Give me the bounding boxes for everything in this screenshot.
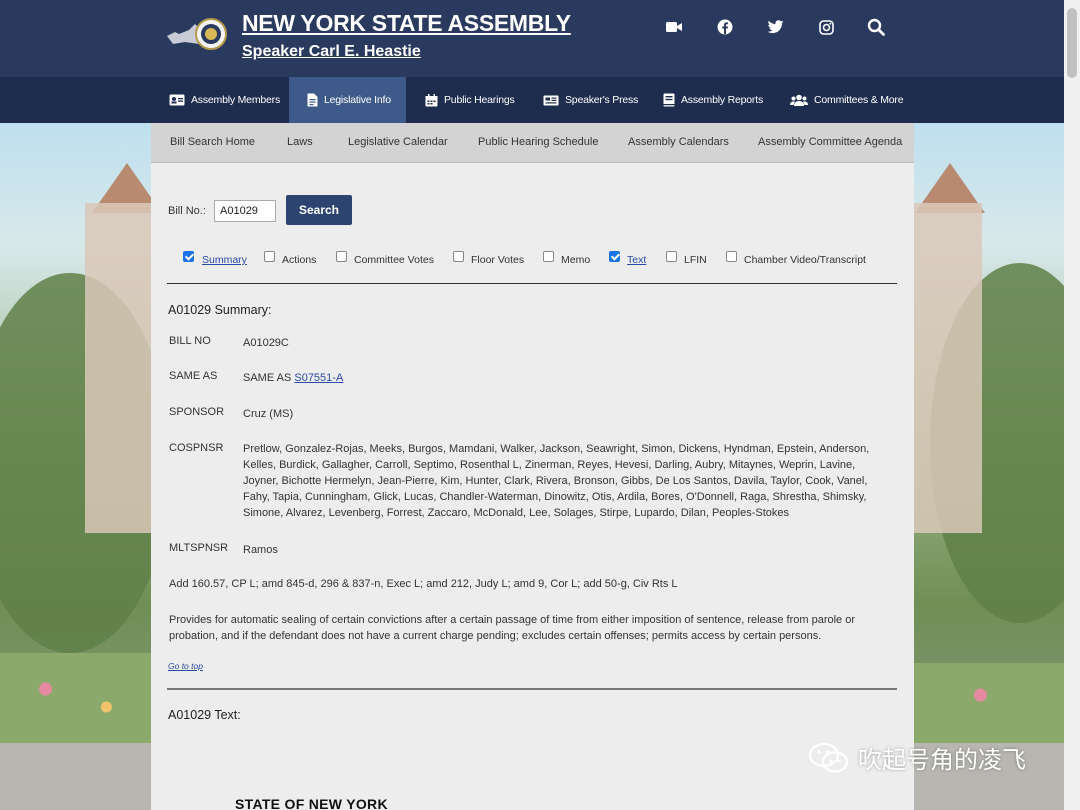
law-sections: Add 160.57, CP L; amd 845-d, 296 & 837-n… <box>169 578 678 590</box>
subnav-bill-search-home[interactable]: Bill Search Home <box>170 136 255 148</box>
nav-label: Speaker's Press <box>565 94 639 106</box>
nav-label: Legislative Info <box>324 94 391 106</box>
chamber-video-option-label: Chamber Video/Transcript <box>744 254 866 266</box>
site-header: NEW YORK STATE ASSEMBLY Speaker Carl E. … <box>0 0 1064 77</box>
background-flowers-left <box>0 653 152 743</box>
multi-sponsor-value: Ramos <box>243 544 278 556</box>
cosponsor-line: Kelles, Burdick, Gallagher, Carroll, Sep… <box>243 459 856 471</box>
background-building-left <box>85 203 155 533</box>
twitter-icon[interactable] <box>765 17 785 37</box>
subnav-assembly-committee-agenda[interactable]: Assembly Committee Agenda <box>758 136 902 148</box>
subnav-laws[interactable]: Laws <box>287 136 313 148</box>
floor-votes-option-label: Floor Votes <box>471 254 525 266</box>
memo-option-label: Memo <box>561 254 591 266</box>
same-as-prefix: SAME AS <box>243 372 292 384</box>
same-as-value: SAME AS S07551-A <box>243 370 893 386</box>
calendar-icon <box>425 93 438 106</box>
divider <box>167 688 897 690</box>
facebook-icon[interactable] <box>715 17 735 37</box>
subnav-legislative-calendar[interactable]: Legislative Calendar <box>348 136 448 148</box>
lfin-checkbox[interactable] <box>666 251 677 262</box>
nav-label: Assembly Members <box>191 94 280 106</box>
users-icon <box>790 94 808 106</box>
page-scrollbar[interactable] <box>1064 0 1080 810</box>
nav-assembly-reports[interactable]: Assembly Reports <box>663 77 763 123</box>
cosponsor-field-label: COSPNSR <box>169 442 224 454</box>
background-building-right <box>912 203 982 533</box>
actions-checkbox[interactable] <box>264 251 275 262</box>
description-line: Provides for automatic sealing of certai… <box>169 614 856 626</box>
site-title[interactable]: NEW YORK STATE ASSEMBLY <box>242 10 571 37</box>
sub-nav: Bill Search Home Laws Legislative Calend… <box>151 123 914 163</box>
multi-sponsor-field-label: MLTSPNSR <box>169 542 229 554</box>
text-option-link[interactable]: Text <box>627 254 646 266</box>
summary-checkbox[interactable] <box>183 251 194 262</box>
wechat-watermark: 吹起号角的凌飞 <box>808 740 1026 775</box>
sponsor-field-label: SPONSOR <box>169 406 225 418</box>
nav-committees-more[interactable]: Committees & More <box>790 77 904 123</box>
watermark-text: 吹起号角的凌飞 <box>858 746 1026 774</box>
divider <box>167 283 897 284</box>
cosponsor-line: Joyner, Bichotte Hermelyn, Jean-Pierre, … <box>243 475 868 487</box>
subnav-assembly-calendars[interactable]: Assembly Calendars <box>628 136 729 148</box>
nav-speakers-press[interactable]: Speaker's Press <box>543 77 638 123</box>
nav-assembly-members[interactable]: Assembly Members <box>169 77 280 123</box>
content-panel: Bill Search Home Laws Legislative Calend… <box>151 123 914 810</box>
cosponsor-value: Pretlow, Gonzalez-Rojas, Meeks, Burgos, … <box>243 441 893 521</box>
document-icon <box>307 93 318 107</box>
actions-option-label: Actions <box>282 254 317 266</box>
text-checkbox[interactable] <box>609 251 620 262</box>
nav-label: Committees & More <box>814 94 904 106</box>
id-card-icon <box>169 94 185 106</box>
summary-option-link[interactable]: Summary <box>202 254 247 266</box>
subnav-public-hearing-schedule[interactable]: Public Hearing Schedule <box>478 136 598 148</box>
bill-no-value: A01029C <box>243 337 289 349</box>
bill-no-label: Bill No.: <box>168 205 206 217</box>
background-flowers-right <box>914 663 1080 743</box>
nav-label: Public Hearings <box>444 94 515 106</box>
wechat-icon <box>808 742 849 773</box>
nav-public-hearings[interactable]: Public Hearings <box>425 77 515 123</box>
text-heading: A01029 Text: <box>168 708 241 722</box>
same-as-field-label: SAME AS <box>169 370 218 382</box>
committee-votes-checkbox[interactable] <box>336 251 347 262</box>
cosponsor-line: Simone, Alvarez, Levenberg, Forrest, Zac… <box>243 507 790 519</box>
newspaper-icon <box>543 95 559 105</box>
same-as-bill-link[interactable]: S07551-A <box>294 372 343 384</box>
instagram-icon[interactable] <box>816 17 836 37</box>
memo-checkbox[interactable] <box>543 251 554 262</box>
scrollbar-thumb[interactable] <box>1067 8 1077 78</box>
speaker-name-link[interactable]: Speaker Carl E. Heastie <box>242 43 421 61</box>
assembly-logo[interactable] <box>165 14 227 54</box>
floor-votes-checkbox[interactable] <box>453 251 464 262</box>
nav-label: Assembly Reports <box>681 94 763 106</box>
main-nav: Assembly Members Legislative Info Public… <box>0 77 1064 123</box>
description-line: probation, and if the defendant does not… <box>169 629 822 642</box>
state-of-new-york-title: STATE OF NEW YORK <box>235 796 388 810</box>
cosponsor-line: Pretlow, Gonzalez-Rojas, Meeks, Burgos, … <box>243 443 870 455</box>
bill-no-field-label: BILL NO <box>169 335 211 347</box>
lfin-option-label: LFIN <box>684 254 707 266</box>
chamber-video-checkbox[interactable] <box>726 251 737 262</box>
cosponsor-line: Fahy, Tapia, Cunningham, Glick, Lucas, C… <box>243 491 867 503</box>
go-to-top-link[interactable]: Go to top <box>168 661 203 671</box>
bill-number-input[interactable] <box>214 200 276 222</box>
committee-votes-option-label: Committee Votes <box>354 254 434 266</box>
search-button[interactable]: Search <box>286 195 352 225</box>
video-icon[interactable] <box>664 17 684 37</box>
nav-legislative-info[interactable]: Legislative Info <box>289 77 406 123</box>
sponsor-value: Cruz (MS) <box>243 408 294 420</box>
book-icon <box>663 93 675 107</box>
bill-description: Provides for automatic sealing of certai… <box>169 613 899 644</box>
search-icon[interactable] <box>866 17 886 37</box>
summary-heading: A01029 Summary: <box>168 303 272 317</box>
